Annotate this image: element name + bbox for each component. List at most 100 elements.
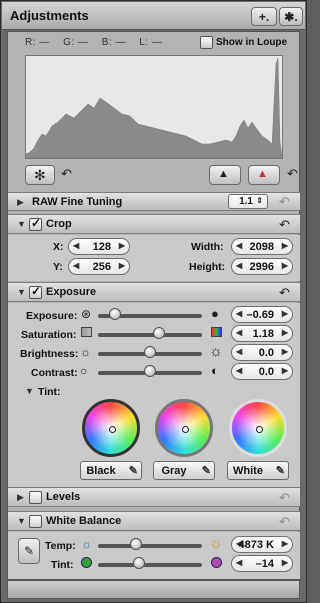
exposure-value: –0.69 [246, 309, 274, 321]
eyedropper-icon: ✎ [275, 465, 285, 477]
adjustments-panel: Adjustments +. ✱. R: — G: — B: — L: — Sh… [0, 0, 307, 603]
brightness-row-label: Brightness: [20, 348, 79, 360]
eyedropper-icon: ✎ [24, 544, 35, 558]
increment-icon[interactable]: ▶ [282, 241, 288, 250]
crop-checkbox[interactable]: ✓ [29, 216, 42, 231]
gray-eyedropper-button[interactable]: Gray ✎ [153, 461, 215, 480]
crop-height-field[interactable]: ◀ 2996 ▶ [231, 258, 293, 275]
brightness-value-field[interactable]: ◀ 0.0 ▶ [231, 344, 293, 361]
gear-menu-button[interactable]: ✱. [279, 7, 303, 26]
increment-icon[interactable]: ▶ [282, 309, 288, 318]
increment-icon[interactable]: ▶ [282, 261, 288, 270]
white-balance-header[interactable]: ▼ White Balance ↶ [8, 511, 300, 531]
levels-header[interactable]: ▶ Levels ↶ [8, 487, 300, 507]
histogram-mono-icon: ▲ [218, 168, 229, 180]
levels-reset-icon[interactable]: ↶ [279, 491, 290, 504]
luminance-histogram-button[interactable]: ▲ [209, 165, 241, 185]
increment-icon[interactable]: ▶ [119, 261, 125, 270]
decrement-icon[interactable]: ◀ [236, 558, 242, 567]
decrement-icon[interactable]: ◀ [236, 309, 242, 318]
increment-icon[interactable]: ▶ [282, 558, 288, 567]
exposure-header[interactable]: ▼ ✓ Exposure ↶ [8, 282, 300, 302]
disclosure-down-icon[interactable]: ▼ [17, 287, 26, 297]
wheel-handle[interactable] [256, 426, 263, 433]
crop-width-field[interactable]: ◀ 2098 ▶ [231, 238, 293, 255]
black-label: Black [86, 465, 116, 477]
crop-reset-icon[interactable]: ↶ [279, 218, 290, 231]
increment-icon[interactable]: ▶ [282, 366, 288, 375]
raw-fine-tuning-label: RAW Fine Tuning [32, 196, 123, 208]
crop-width-label: Width: [191, 241, 224, 253]
white-color-wheel[interactable] [229, 399, 287, 457]
wb-tint-value-field[interactable]: ◀ –14 ▶ [231, 555, 293, 572]
black-color-wheel[interactable] [82, 399, 140, 457]
saturation-row-label: Saturation: [21, 329, 77, 341]
increment-icon[interactable]: ▶ [119, 241, 125, 250]
raw-tuning-button[interactable]: ✻ [25, 165, 55, 185]
temp-value: 4873 K [238, 539, 274, 551]
raw-fine-tuning-header[interactable]: ▶ RAW Fine Tuning 1.1 ⇕ ↶ [8, 192, 300, 211]
exposure-reset-icon[interactable]: ↶ [279, 286, 290, 299]
aperture-small-icon: ⊛ [81, 307, 92, 321]
eyedropper-icon: ✎ [128, 465, 138, 477]
wb-tint-slider-track[interactable] [98, 563, 202, 567]
raw-reset-icon[interactable]: ↶ [279, 195, 290, 208]
tint-disclosure-icon[interactable]: ▼ [25, 387, 34, 396]
contrast-value-field[interactable]: ◀ 0.0 ▶ [231, 363, 293, 380]
wheel-handle[interactable] [182, 426, 189, 433]
sun-cool-icon: ☼ [81, 537, 92, 551]
contrast-half-icon: ◐ [211, 363, 219, 378]
brightness-slider-knob[interactable] [144, 346, 156, 358]
decrement-icon[interactable]: ◀ [236, 241, 242, 250]
add-adjustment-button[interactable]: +. [251, 7, 277, 26]
crop-y-field[interactable]: ◀ 256 ▶ [68, 258, 130, 275]
decrement-icon[interactable]: ◀ [236, 328, 242, 337]
disclosure-down-icon[interactable]: ▼ [17, 516, 26, 526]
saturation-slider-track[interactable] [98, 333, 202, 337]
crop-x-field[interactable]: ◀ 128 ▶ [68, 238, 130, 255]
sun-small-icon: ☼ [80, 345, 91, 359]
saturation-value-field[interactable]: ◀ 1.18 ▶ [231, 325, 293, 342]
crop-header[interactable]: ▼ ✓ Crop ↶ [8, 214, 300, 234]
contrast-row-label: Contrast: [31, 367, 78, 379]
white-balance-reset-icon[interactable]: ↶ [279, 515, 290, 528]
readout-r: R: — [25, 37, 50, 48]
rgb-histogram-button[interactable]: ▲ [248, 165, 280, 185]
exposure-value-field[interactable]: ◀ –0.69 ▶ [231, 306, 293, 323]
levels-checkbox[interactable] [29, 491, 42, 504]
decrement-icon[interactable]: ◀ [73, 241, 79, 250]
temp-slider-track[interactable] [98, 544, 202, 548]
increment-icon[interactable]: ▶ [282, 539, 288, 548]
increment-icon[interactable]: ▶ [282, 328, 288, 337]
black-eyedropper-button[interactable]: Black ✎ [80, 461, 142, 480]
wheel-handle[interactable] [109, 426, 116, 433]
disclosure-down-icon[interactable]: ▼ [17, 219, 26, 229]
disclosure-right-icon[interactable]: ▶ [17, 197, 24, 208]
temp-label: Temp: [45, 540, 76, 552]
wb-tint-slider-knob[interactable] [132, 557, 145, 569]
disclosure-right-icon[interactable]: ▶ [17, 492, 24, 503]
white-eyedropper-button[interactable]: White ✎ [227, 461, 289, 480]
crop-label: Crop [46, 218, 72, 230]
exposure-slider-knob[interactable] [109, 308, 122, 320]
contrast-slider-knob[interactable] [144, 365, 156, 377]
show-in-loupe-checkbox[interactable] [200, 36, 213, 49]
temp-value-field[interactable]: ◀ 4873 K ▶ [231, 536, 293, 553]
white-balance-eyedropper-button[interactable]: ✎ [18, 538, 40, 564]
increment-icon[interactable]: ▶ [282, 347, 288, 356]
decrement-icon[interactable]: ◀ [236, 366, 242, 375]
white-balance-checkbox[interactable] [29, 515, 42, 528]
aperture-large-icon: ● [211, 306, 219, 321]
panel-title: Adjustments [10, 8, 89, 23]
gray-label: Gray [161, 465, 187, 477]
decrement-icon[interactable]: ◀ [236, 347, 242, 356]
decrement-icon[interactable]: ◀ [236, 261, 242, 270]
reset-histogram-icon[interactable]: ↶ [287, 167, 298, 180]
decrement-icon[interactable]: ◀ [73, 261, 79, 270]
exposure-checkbox[interactable]: ✓ [29, 284, 42, 299]
gray-color-wheel[interactable] [155, 399, 213, 457]
color-readout: R: — G: — B: — L: — [25, 37, 172, 48]
tint-label: Tint: [38, 386, 61, 398]
undo-arrow-icon[interactable]: ↶ [61, 167, 72, 180]
raw-version-select[interactable]: 1.1 ⇕ [228, 194, 268, 209]
